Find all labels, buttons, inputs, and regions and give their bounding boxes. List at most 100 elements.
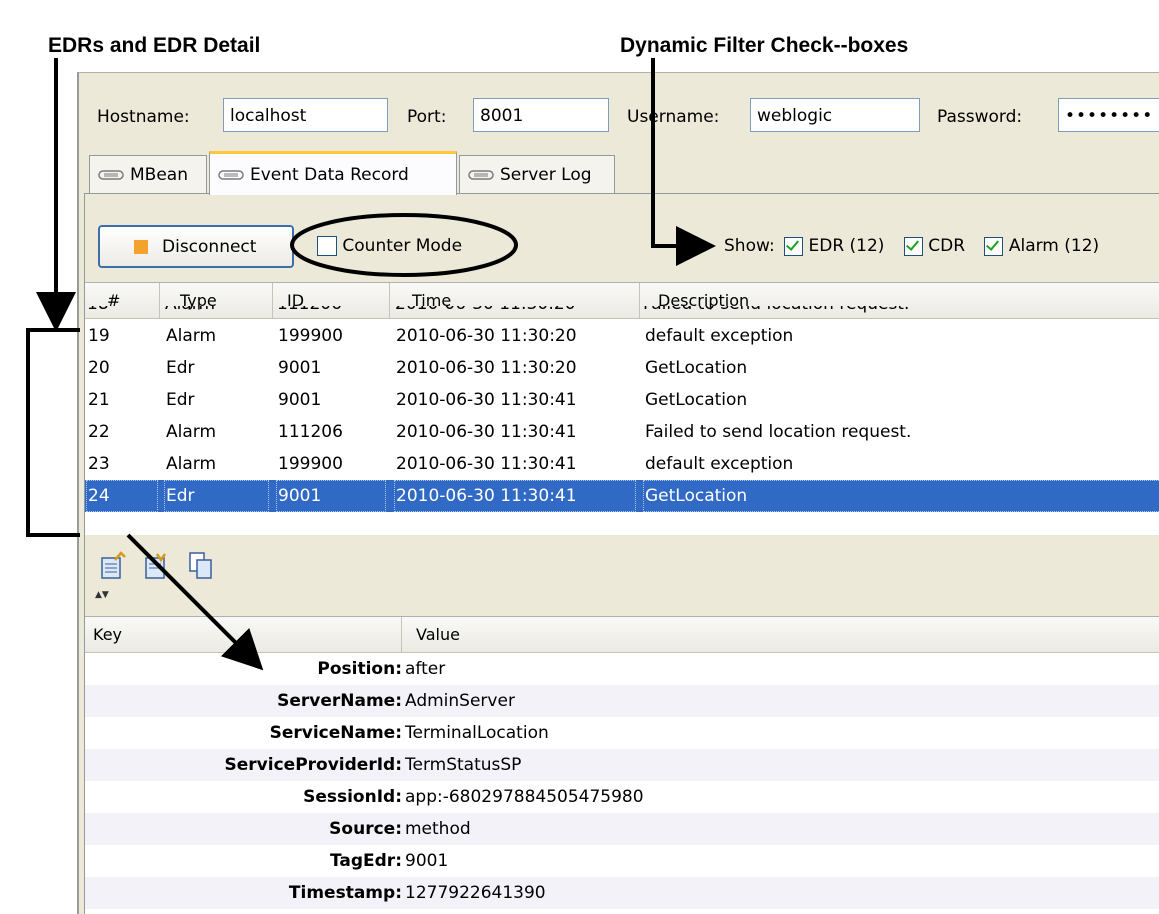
table-row[interactable]: 20 Edr 9001 2010-06-30 11:30:20 GetLocation	[85, 352, 1159, 384]
tab-server-log[interactable]: Server Log	[459, 155, 615, 194]
hostname-field[interactable]: localhost	[223, 98, 388, 132]
counter-mode-check-icon	[317, 236, 337, 256]
username-field[interactable]: weblogic	[750, 98, 920, 132]
cell-type: Alarm	[165, 306, 215, 320]
cell-number: 24	[86, 480, 158, 512]
show-label: Show:	[724, 236, 775, 256]
cell-description: Failed to send location request.	[643, 306, 909, 320]
port-field[interactable]: 8001	[473, 98, 609, 132]
cell-time: 2010-06-30 11:30:20	[396, 326, 577, 346]
detail-value: TermStatusSP	[405, 755, 522, 775]
cell-id: 9001	[278, 390, 322, 410]
detail-row[interactable]: Position: after	[85, 653, 1159, 685]
plug-icon	[468, 170, 494, 180]
filter-alarm-checkbox[interactable]: Alarm (12)	[984, 236, 1099, 256]
table-row[interactable]: 19 Alarm 199900 2010-06-30 11:30:20 default …	[85, 320, 1159, 352]
detail-key: Timestamp:	[288, 883, 402, 903]
column-header-key[interactable]: Key	[85, 617, 402, 652]
import-icon[interactable]	[143, 550, 171, 580]
edr-detail-table[interactable]: Key Value Position: after ServerName: Admin…	[85, 616, 1159, 914]
table-row[interactable]: 21 Edr 9001 2010-06-30 11:30:41 GetLocation	[85, 384, 1159, 416]
annotation-right-title: Dynamic Filter Check--boxes	[620, 34, 909, 57]
app-window: Hostname: localhost Port: 8001 Username:…	[77, 72, 1159, 914]
tab-server-log-label: Server Log	[500, 165, 592, 185]
filter-edr-checkbox[interactable]: EDR (12)	[784, 236, 890, 256]
table-row[interactable]: 23 Alarm 199900 2010-06-30 11:30:41 default …	[85, 448, 1159, 480]
cell-number: 22	[88, 422, 110, 442]
cell-description: default exception	[645, 454, 794, 474]
cell-type: Edr	[166, 358, 195, 378]
detail-row[interactable]: TagEdr: 9001	[85, 845, 1159, 877]
hostname-label: Hostname:	[97, 107, 190, 127]
annotation-left-title: EDRs and EDR Detail	[48, 34, 261, 57]
cell-type: Edr	[164, 480, 269, 512]
detail-key: Position:	[317, 659, 402, 679]
password-field[interactable]: ••••••••	[1058, 98, 1159, 132]
detail-row[interactable]: Timestamp: 1277922641390	[85, 877, 1159, 909]
detail-value: after	[405, 659, 446, 679]
stop-icon	[134, 239, 148, 254]
plug-icon	[98, 170, 124, 180]
detail-row[interactable]: ServerName: AdminServer	[85, 685, 1159, 717]
filter-cdr-checkbox[interactable]: CDR	[903, 236, 971, 256]
cell-time: 2010-06-30 11:30:20	[395, 306, 576, 320]
cell-id: 111206	[278, 422, 343, 442]
cell-type: Edr	[166, 390, 195, 410]
counter-mode-checkbox[interactable]: Counter Mode	[317, 236, 462, 256]
cell-id: 9001	[278, 358, 322, 378]
cell-time: 2010-06-30 11:30:41	[396, 454, 577, 474]
filter-alarm-label: Alarm (12)	[1008, 236, 1100, 256]
tab-mbean[interactable]: MBean	[89, 155, 207, 194]
detail-value: TerminalLocation	[405, 723, 549, 743]
event-data-record-panel: Disconnect Counter Mode Show: EDR (12) C…	[84, 193, 1159, 914]
export-icon[interactable]	[99, 550, 127, 580]
filter-bar: Show: EDR (12) CDR Alarm (12)	[724, 236, 1099, 256]
cell-type: Alarm	[166, 454, 217, 474]
cell-number: 23	[88, 454, 110, 474]
cell-description: Failed to send location request.	[645, 422, 912, 442]
filter-cdr-label: CDR	[928, 236, 966, 256]
column-header-value[interactable]: Value	[402, 617, 1159, 652]
table-row-partial[interactable]: 18 Alarm 111206 2010-06-30 11:30:20 Fail…	[85, 306, 1159, 320]
checkbox-checked-icon	[903, 236, 923, 256]
cell-time: 2010-06-30 11:30:20	[396, 358, 577, 378]
cell-id: 9001	[276, 480, 386, 512]
cell-id: 199900	[278, 454, 343, 474]
edr-table[interactable]: # Type ID Time Description 18 Alarm 1112…	[85, 282, 1159, 535]
cell-type: Alarm	[166, 422, 217, 442]
detail-row[interactable]: ServiceProviderId: TermStatusSP	[85, 749, 1159, 781]
port-label: Port:	[407, 107, 447, 127]
detail-toolbar	[99, 550, 215, 584]
edr-detail-header: Key Value	[85, 617, 1159, 653]
cell-description: GetLocation	[645, 358, 748, 378]
detail-key: ServiceName:	[269, 723, 402, 743]
filter-edr-label: EDR (12)	[808, 236, 885, 256]
counter-mode-label: Counter Mode	[342, 236, 463, 256]
cell-description: GetLocation	[645, 390, 748, 410]
detail-key: SessionId:	[303, 787, 402, 807]
detail-row[interactable]: SessionId: app:-6802978845054759​80	[85, 781, 1159, 813]
tab-mbean-label: MBean	[130, 165, 188, 185]
detail-key: Source:	[329, 819, 402, 839]
copy-icon[interactable]	[187, 550, 215, 580]
cell-description: default exception	[645, 326, 794, 346]
disconnect-button[interactable]: Disconnect	[98, 225, 294, 268]
cell-description: GetLocation	[643, 480, 1159, 512]
table-row[interactable]: 24 Edr 9001 2010-06-30 11:30:41 GetLocation	[85, 480, 1159, 512]
detail-value: AdminServer	[405, 691, 515, 711]
cell-number: 18	[87, 306, 109, 320]
table-row[interactable]: 22 Alarm 111206 2010-06-30 11:30:41 Failed t…	[85, 416, 1159, 448]
detail-row[interactable]: ServiceName: TerminalLocation	[85, 717, 1159, 749]
detail-value: 1277922641390	[405, 883, 546, 903]
detail-row[interactable]: Source: method	[85, 813, 1159, 845]
cell-id: 111206	[277, 306, 342, 320]
detail-key: TagEdr:	[329, 851, 402, 871]
splitter-handle[interactable]: ▲▼	[95, 590, 109, 600]
annotation-left-bracket	[26, 328, 80, 537]
detail-key: ServerName:	[277, 691, 402, 711]
cell-number: 20	[88, 358, 110, 378]
cell-time: 2010-06-30 11:30:41	[394, 480, 636, 512]
cell-number: 19	[88, 326, 110, 346]
plug-icon	[218, 169, 244, 180]
tab-event-data-record[interactable]: Event Data Record	[209, 151, 457, 195]
